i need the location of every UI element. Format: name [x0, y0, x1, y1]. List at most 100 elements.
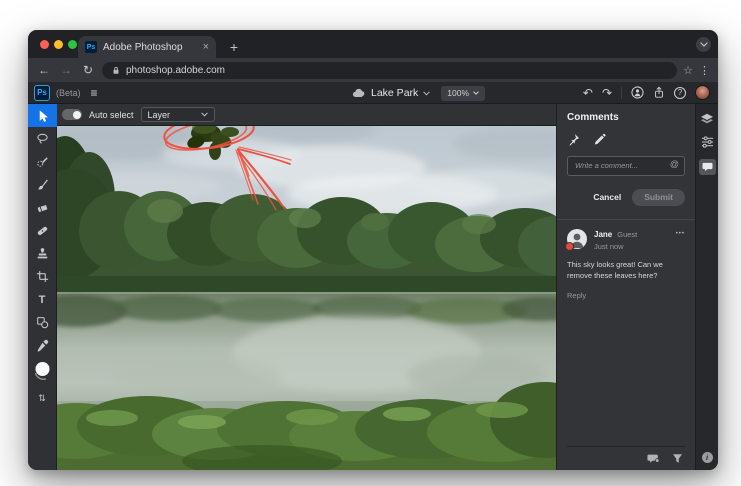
layer-select-dropdown[interactable]: Layer [140, 107, 215, 122]
document-name: Lake Park [371, 87, 419, 99]
forward-button[interactable]: → [58, 64, 74, 76]
invite-people-icon[interactable] [631, 86, 644, 99]
layer-select-value: Layer [147, 109, 171, 120]
commenter-avatar [565, 228, 587, 251]
cloud-document-icon [352, 88, 365, 98]
undo-button[interactable]: ↶ [583, 87, 593, 99]
minimize-window-button[interactable] [54, 40, 63, 49]
reply-button[interactable]: Reply [567, 291, 685, 300]
comment-body: This sky looks great! Can we remove thes… [567, 259, 663, 281]
new-tab-button[interactable]: + [224, 37, 244, 57]
swap-colors-icon: ⇅ [38, 393, 46, 403]
toggle-comment-pins-icon[interactable] [647, 453, 660, 465]
window-controls [40, 40, 77, 49]
adjustments-panel-icon[interactable] [701, 136, 714, 148]
panel-rail: i [695, 104, 718, 470]
layers-panel-icon[interactable] [700, 113, 714, 125]
comments-panel-tab-active[interactable] [698, 159, 716, 175]
browser-tabstrip: Ps Adobe Photoshop × + [28, 30, 718, 58]
tool-brush[interactable] [28, 173, 57, 196]
app-menu-icon[interactable]: ≡ [91, 87, 98, 99]
app-main: T ⇅ Auto select Layer Comments Write a c… [28, 104, 718, 470]
clone-stamp-icon [37, 248, 47, 259]
close-window-button[interactable] [40, 40, 49, 49]
crop-icon [36, 271, 48, 282]
comment-composer: @ [567, 155, 685, 176]
composer-buttons: Cancel Submit [567, 188, 685, 206]
foreground-color-icon [34, 362, 49, 380]
browser-tab[interactable]: Ps Adobe Photoshop × [78, 36, 216, 58]
comment-card[interactable]: Jane Guest Just now ••• This sky looks g… [565, 220, 685, 300]
comment-author: Jane [594, 229, 613, 239]
tool-eyedropper[interactable] [28, 334, 57, 357]
filter-comments-icon[interactable] [672, 453, 683, 464]
divider [621, 86, 622, 99]
tool-lasso[interactable] [28, 127, 57, 150]
healing-brush-icon [37, 226, 47, 236]
comment-timestamp: Just now [594, 241, 624, 251]
chevron-down-icon [699, 42, 708, 47]
comments-panel-title: Comments [567, 112, 619, 123]
browser-menu-icon[interactable]: ⋮ [699, 64, 710, 77]
comment-bubble-icon [702, 162, 712, 172]
auto-select-toggle[interactable] [62, 109, 82, 120]
zoom-level-dropdown[interactable]: 100% [441, 85, 486, 101]
comment-more-icon[interactable]: ••• [676, 229, 685, 237]
help-button[interactable]: ? [674, 86, 686, 99]
beta-label: (Beta) [56, 87, 81, 98]
photoshop-logo: Ps [34, 84, 50, 101]
info-button[interactable]: i [701, 452, 713, 463]
url-input[interactable]: photoshop.adobe.com [102, 61, 678, 79]
chevron-down-icon [200, 112, 208, 117]
lock-icon [113, 66, 119, 74]
browser-addressbar: ← → ↻ photoshop.adobe.com ☆ ⋮ [28, 58, 718, 82]
account-avatar[interactable] [695, 85, 710, 100]
bookmark-icon[interactable]: ☆ [683, 64, 693, 77]
share-export-icon[interactable] [653, 86, 665, 99]
tool-options-bar: Auto select Layer [57, 104, 556, 126]
photoshop-favicon: Ps [85, 41, 97, 53]
tab-close-icon[interactable]: × [203, 41, 209, 53]
photoshop-topbar: Ps (Beta) ≡ Lake Park 100% ↶ ↷ ? [28, 82, 718, 104]
tool-quick-select[interactable] [28, 150, 57, 173]
eraser-icon [37, 205, 47, 212]
tool-shapes[interactable] [28, 311, 57, 334]
maximize-window-button[interactable] [68, 40, 77, 49]
mention-icon[interactable]: @ [670, 159, 679, 169]
shapes-icon [36, 317, 48, 329]
pencil-annotate-icon[interactable] [593, 133, 606, 146]
submit-button[interactable]: Submit [632, 188, 685, 206]
eyedropper-icon [37, 339, 48, 352]
tool-type[interactable]: T [28, 288, 57, 311]
comments-footer [567, 446, 685, 470]
browser-window: Ps Adobe Photoshop × + ← → ↻ photoshop.a… [28, 30, 718, 470]
tools-panel: T ⇅ [28, 104, 57, 470]
tab-title: Adobe Photoshop [103, 41, 183, 53]
move-cursor-icon [39, 109, 48, 122]
comment-tools [567, 133, 685, 146]
brush-icon [37, 179, 48, 190]
comment-input[interactable] [567, 155, 685, 176]
tool-swap-colors[interactable]: ⇅ [28, 387, 57, 410]
canvas-area: Auto select Layer [57, 104, 556, 470]
tool-crop[interactable] [28, 265, 57, 288]
comments-panel: Comments @ Cancel Submit [556, 104, 695, 470]
type-tool-icon: T [38, 293, 46, 306]
tool-eraser[interactable] [28, 196, 57, 219]
tool-move[interactable] [28, 104, 57, 127]
chevron-down-icon [423, 91, 430, 96]
tab-search-button[interactable] [696, 37, 711, 52]
document-switcher[interactable]: Lake Park 100% [352, 82, 486, 104]
tool-clone-stamp[interactable] [28, 242, 57, 265]
pinned-comment-badge [565, 241, 574, 251]
cancel-button[interactable]: Cancel [593, 192, 621, 202]
reload-button[interactable]: ↻ [80, 64, 96, 76]
url-text: photoshop.adobe.com [126, 64, 225, 76]
tool-color-swatch[interactable] [28, 357, 57, 387]
zoom-level-value: 100% [447, 88, 470, 98]
document-canvas[interactable] [57, 126, 556, 470]
back-button[interactable]: ← [36, 64, 52, 76]
tool-healing-brush[interactable] [28, 219, 57, 242]
redo-button[interactable]: ↷ [602, 87, 612, 99]
pin-comment-icon[interactable] [567, 133, 580, 146]
